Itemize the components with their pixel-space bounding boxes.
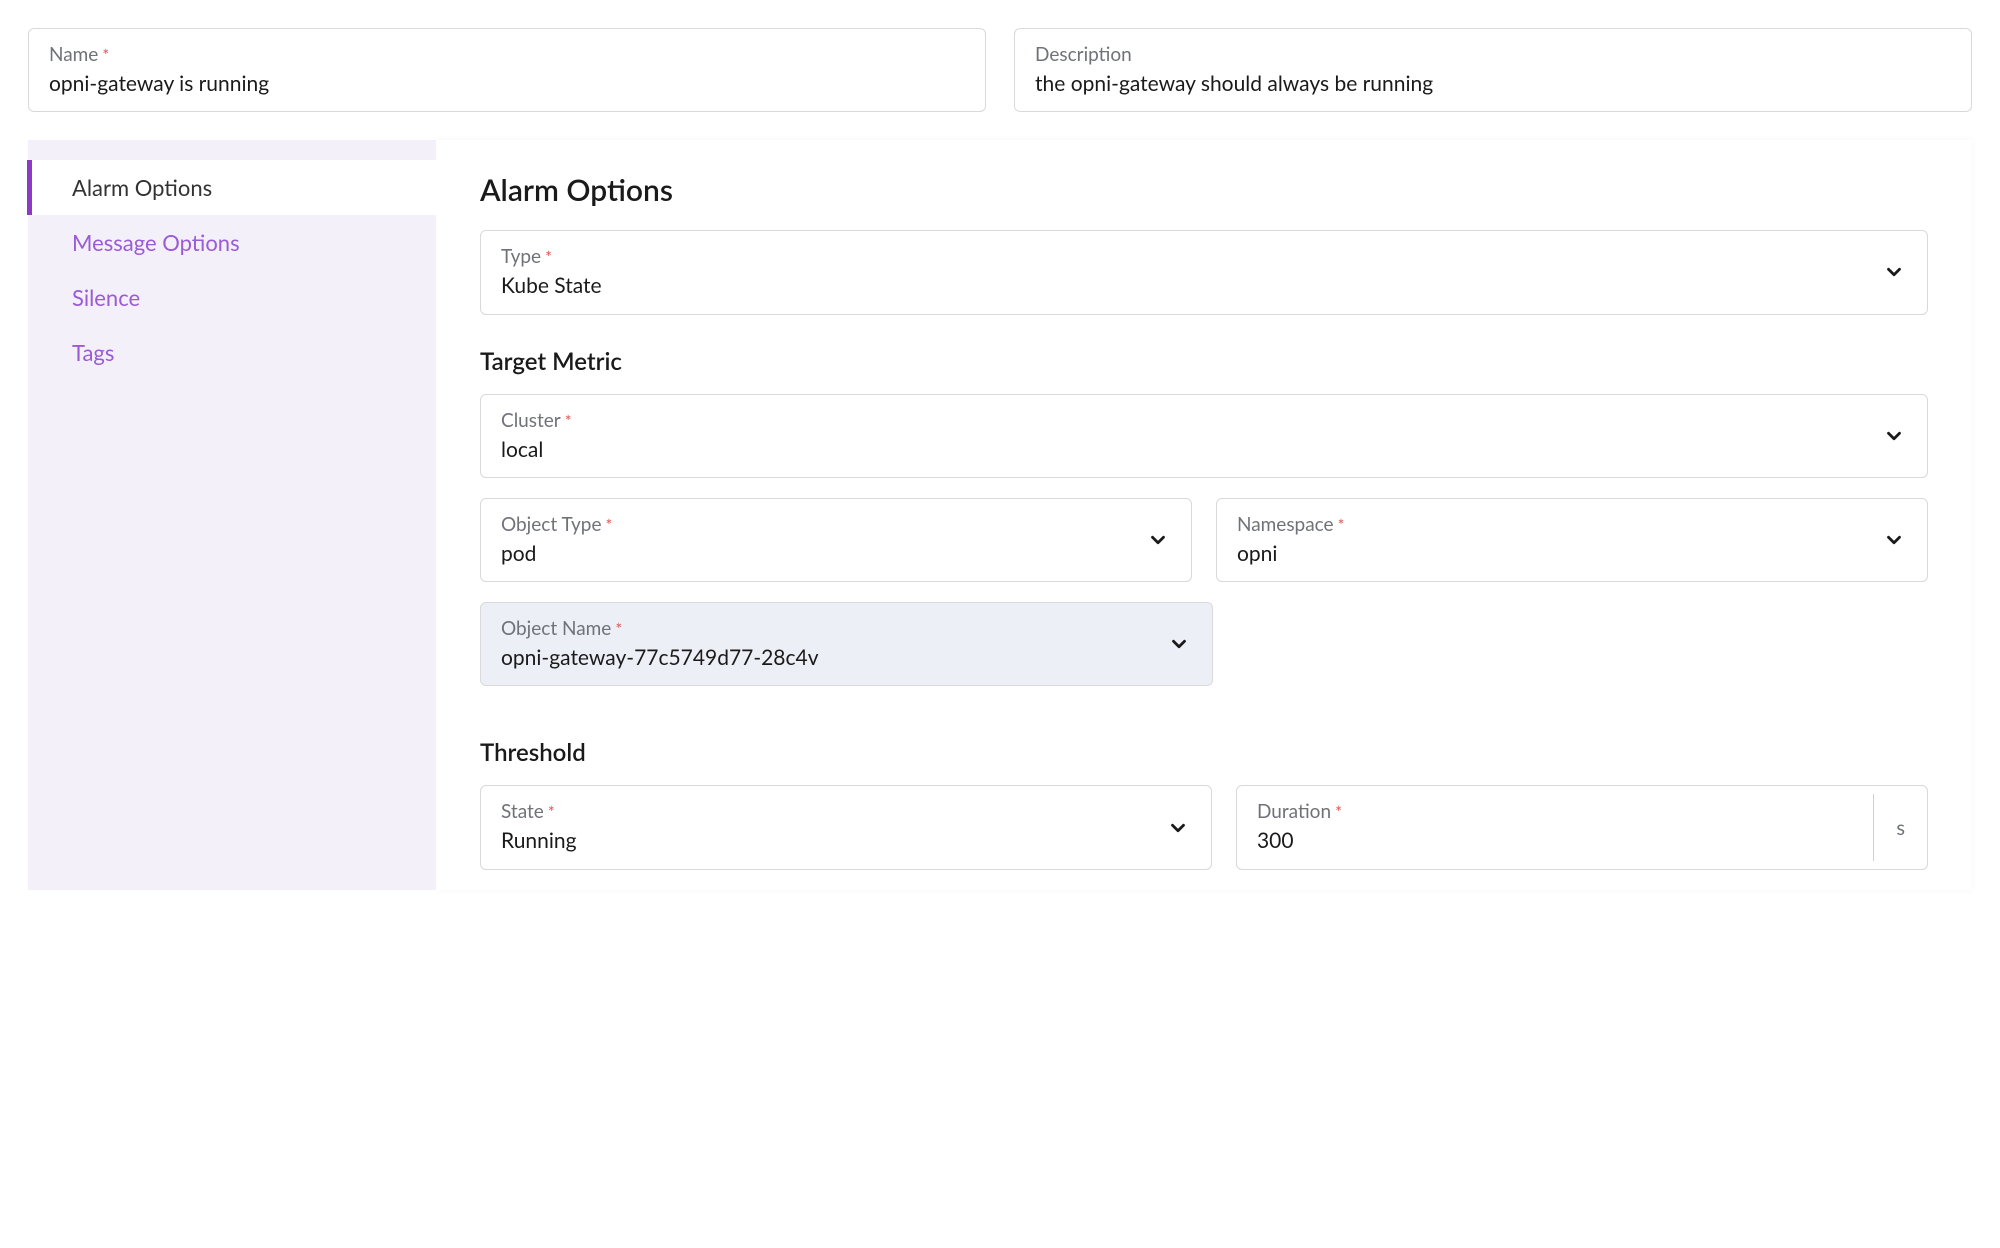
duration-unit: s	[1873, 794, 1927, 860]
namespace-select[interactable]: Namespace * opni	[1216, 498, 1928, 582]
required-asterisk: *	[548, 803, 555, 822]
type-select[interactable]: Type * Kube State	[480, 230, 1928, 314]
cluster-value: local	[501, 436, 1907, 463]
required-asterisk: *	[565, 412, 572, 431]
required-asterisk: *	[102, 46, 109, 65]
chevron-down-icon	[1883, 425, 1905, 447]
chevron-down-icon	[1168, 633, 1190, 655]
description-value: the opni-gateway should always be runnin…	[1035, 70, 1951, 97]
target-metric-title: Target Metric	[480, 347, 1928, 376]
object-name-label: Object Name	[501, 617, 611, 640]
description-label: Description	[1035, 43, 1132, 66]
state-value: Running	[501, 827, 1191, 854]
duration-label: Duration	[1257, 800, 1331, 823]
state-select[interactable]: State * Running	[480, 785, 1212, 869]
cluster-label: Cluster	[501, 409, 561, 432]
name-value: opni-gateway is running	[49, 70, 965, 97]
sidebar: Alarm Options Message Options Silence Ta…	[28, 140, 436, 889]
threshold-title: Threshold	[480, 738, 1928, 767]
duration-field[interactable]: Duration * 300 s	[1236, 785, 1928, 869]
object-type-label: Object Type	[501, 513, 602, 536]
name-label: Name	[49, 43, 98, 66]
object-name-select[interactable]: Object Name * opni-gateway-77c5749d77-28…	[480, 602, 1213, 686]
state-label: State	[501, 800, 544, 823]
required-asterisk: *	[1338, 516, 1345, 535]
sidebar-item-alarm-options[interactable]: Alarm Options	[27, 160, 436, 215]
object-name-value: opni-gateway-77c5749d77-28c4v	[501, 644, 1192, 671]
required-asterisk: *	[545, 248, 552, 267]
required-asterisk: *	[1335, 803, 1342, 822]
required-asterisk: *	[615, 620, 622, 639]
cluster-select[interactable]: Cluster * local	[480, 394, 1928, 478]
section-title: Alarm Options	[480, 172, 1928, 208]
object-type-select[interactable]: Object Type * pod	[480, 498, 1192, 582]
chevron-down-icon	[1167, 817, 1189, 839]
sidebar-item-silence[interactable]: Silence	[32, 270, 436, 325]
chevron-down-icon	[1883, 261, 1905, 283]
chevron-down-icon	[1147, 529, 1169, 551]
object-type-value: pod	[501, 540, 1171, 567]
type-value: Kube State	[501, 272, 1907, 299]
description-field[interactable]: Description the opni-gateway should alwa…	[1014, 28, 1972, 112]
type-label: Type	[501, 245, 541, 268]
chevron-down-icon	[1883, 529, 1905, 551]
duration-value: 300	[1257, 827, 1853, 854]
sidebar-item-message-options[interactable]: Message Options	[32, 215, 436, 270]
main-panel: Alarm Options Type * Kube State Target M…	[436, 140, 1972, 889]
sidebar-item-tags[interactable]: Tags	[32, 325, 436, 380]
namespace-label: Namespace	[1237, 513, 1334, 536]
namespace-value: opni	[1237, 540, 1907, 567]
required-asterisk: *	[606, 516, 613, 535]
name-field[interactable]: Name * opni-gateway is running	[28, 28, 986, 112]
